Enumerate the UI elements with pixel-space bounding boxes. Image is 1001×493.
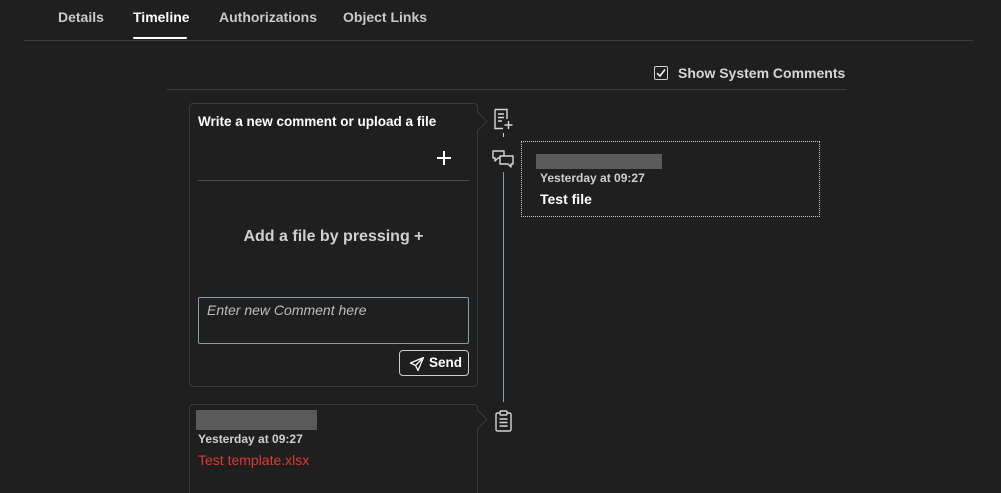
timeline-entry-file: Yesterday at 09:27 Test template.xlsx (189, 404, 488, 493)
timeline-connector (503, 133, 504, 137)
plus-icon (437, 151, 451, 165)
paper-plane-icon (409, 356, 425, 372)
composer-divider (198, 180, 469, 181)
tab-details[interactable]: Details (58, 9, 104, 25)
timeline-line (503, 172, 504, 402)
tab-timeline[interactable]: Timeline (133, 9, 190, 25)
show-system-comments-checkbox[interactable] (654, 66, 668, 80)
show-system-comments-label: Show System Comments (678, 65, 846, 81)
add-file-button[interactable] (434, 148, 454, 168)
entry-timestamp: Yesterday at 09:27 (198, 432, 303, 446)
tab-object-links[interactable]: Object Links (343, 9, 427, 25)
card-pointer (469, 410, 488, 429)
redacted-author-name (196, 410, 317, 430)
clipboard-icon (492, 409, 516, 433)
tab-authorizations[interactable]: Authorizations (219, 9, 317, 25)
tab-bar: Details Timeline Authorizations Object L… (0, 0, 1001, 42)
composer-title: Write a new comment or upload a file (198, 114, 437, 129)
comment-input[interactable] (198, 297, 469, 344)
section-divider (167, 89, 847, 90)
redacted-author-name (536, 154, 662, 169)
file-drop-hint: Add a file by pressing + (243, 228, 424, 245)
file-link[interactable]: Test template.xlsx (198, 452, 309, 468)
comment-composer: Write a new comment or upload a file Add… (189, 103, 488, 387)
entry-comment-text: Test file (540, 191, 592, 207)
send-label: Send (429, 355, 463, 370)
card-pointer (469, 112, 488, 131)
send-button[interactable]: Send (399, 350, 469, 376)
tab-divider (24, 40, 973, 41)
timeline-page: Details Timeline Authorizations Object L… (0, 0, 1001, 493)
active-tab-indicator (133, 37, 187, 39)
entry-timestamp: Yesterday at 09:27 (540, 171, 645, 185)
timeline-entry-comment[interactable]: Yesterday at 09:27 Test file (521, 141, 820, 217)
comments-icon (491, 148, 515, 172)
new-document-icon (491, 107, 515, 131)
checkmark-icon (656, 69, 666, 78)
